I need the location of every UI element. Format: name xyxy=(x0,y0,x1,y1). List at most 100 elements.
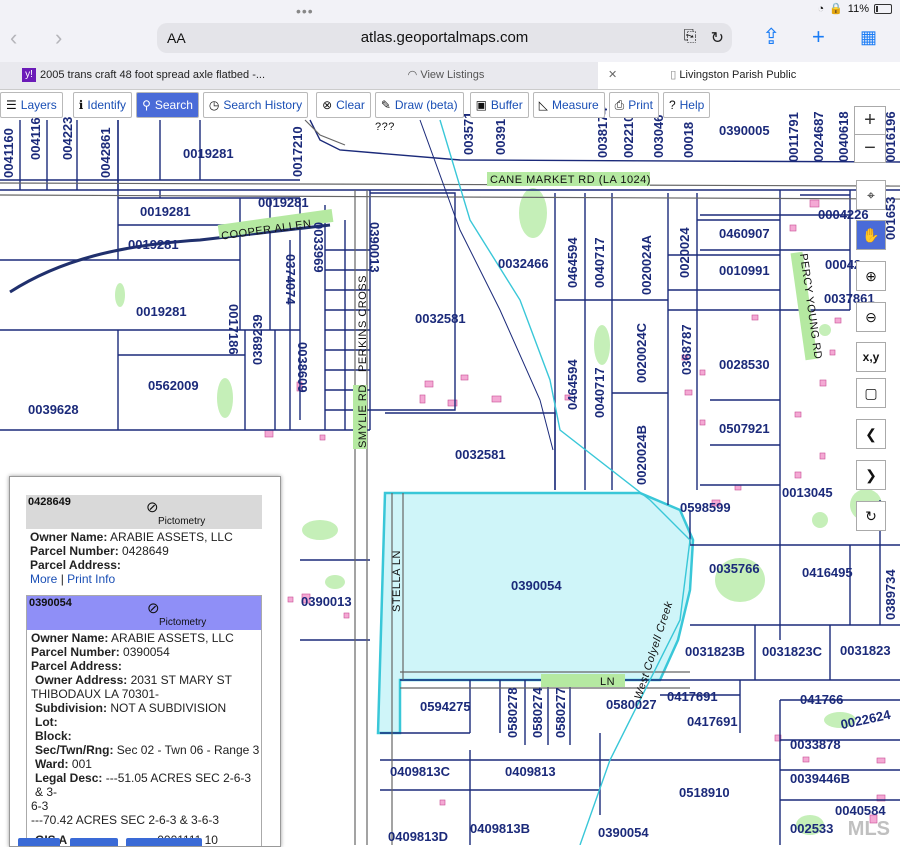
svg-text:0020024B: 0020024B xyxy=(634,425,649,485)
svg-text:0042861: 0042861 xyxy=(98,127,113,178)
share-icon[interactable]: ⇪ xyxy=(762,24,780,50)
svg-text:0580277: 0580277 xyxy=(553,687,568,738)
result-header[interactable]: 0390054 ⊘ Pictometry xyxy=(27,596,261,630)
crosshair-icon: ⌖ xyxy=(867,187,875,203)
clear-button[interactable]: ⊗ Clear xyxy=(316,92,371,118)
svg-text:0390013: 0390013 xyxy=(367,222,382,273)
parcel-label: 0033878 xyxy=(790,737,841,752)
next-extent-button[interactable]: ❯ xyxy=(856,460,886,490)
layers-button[interactable]: ☰ Layers xyxy=(0,92,63,118)
info-icon: ℹ xyxy=(78,98,84,112)
parcel-label: 0518910 xyxy=(679,785,730,800)
refresh-button[interactable]: ↻ xyxy=(856,501,886,531)
identify-button[interactable]: ℹ Identify xyxy=(72,92,133,118)
pencil-icon: ✎ xyxy=(380,98,391,112)
svg-text:0389239: 0389239 xyxy=(250,314,265,365)
pan-button[interactable]: ✋ xyxy=(856,220,886,250)
print-button[interactable]: ⎙ Print xyxy=(608,92,659,118)
zoom-in-tool-button[interactable]: ⊕ xyxy=(856,261,886,291)
svg-text:00391: 00391 xyxy=(493,119,508,155)
back-icon[interactable]: ‹ xyxy=(10,25,17,51)
parcel-label: 0562009 xyxy=(148,378,199,393)
svg-text:0040618: 0040618 xyxy=(836,111,851,162)
parcel-label: 0022624 xyxy=(839,707,892,732)
more-link[interactable]: More xyxy=(30,572,57,586)
parcel-label: 0019281 xyxy=(183,146,234,161)
parcel-label: 0409813B xyxy=(470,821,530,836)
new-tab-icon[interactable]: + xyxy=(812,24,825,50)
parcel-label: 0409813 xyxy=(505,764,556,779)
full-extent-button[interactable]: ▢ xyxy=(856,378,886,408)
help-icon: ? xyxy=(668,98,676,112)
reload-icon[interactable]: ↻ xyxy=(711,28,724,48)
search-history-button[interactable]: ◷ Search History xyxy=(202,92,309,118)
svg-text:0038609: 0038609 xyxy=(295,342,310,393)
cooper-allen-road-line xyxy=(9,223,331,294)
buffer-icon: ▣ xyxy=(475,98,487,112)
svg-text:0041160: 0041160 xyxy=(1,128,16,178)
parcel-label: 0409813D xyxy=(388,829,448,844)
road-label-perkins: PERKINS CROSS xyxy=(357,275,369,372)
parcel-label: 041766 xyxy=(800,692,843,707)
buffer-button[interactable]: ▣ Buffer xyxy=(469,92,529,118)
yahoo-icon: y! xyxy=(22,68,36,83)
search-button[interactable]: ⚲ Search xyxy=(136,92,199,118)
measure-button[interactable]: ◺ Measure xyxy=(532,92,605,118)
address-bar[interactable]: AA atlas.geoportalmaps.com ⎘ ↻ xyxy=(157,23,732,53)
parcel-label: 0040584 xyxy=(835,803,886,818)
result-record-0428649[interactable]: 0428649 ⊘ Pictometry Owner Name: ARABIE … xyxy=(26,495,262,587)
parcel-label: 0039628 xyxy=(28,402,79,417)
parcel-label: 0039446B xyxy=(790,771,850,786)
locate-button[interactable]: ⌖ xyxy=(856,180,886,210)
svg-text:002210: 002210 xyxy=(621,115,636,158)
print-info-link[interactable]: Print Info xyxy=(67,572,115,586)
tab-view-listings[interactable]: ◠ View Listings xyxy=(296,62,596,89)
parcel-label: 0032581 xyxy=(415,311,466,326)
previous-extent-button[interactable]: ❮ xyxy=(856,419,886,449)
status-bar: ••• ◔ 🔒 11% xyxy=(0,0,900,19)
identify-popup: 0428649 ⊘ Pictometry Owner Name: ARABIE … xyxy=(9,476,281,847)
svg-text:0580278: 0580278 xyxy=(505,687,520,738)
road-label-bottom: LN xyxy=(600,676,615,688)
parcel-label: 0019281 xyxy=(140,204,191,219)
parcel-label: 0019281 xyxy=(128,237,179,252)
clear-icon: ⊗ xyxy=(322,98,333,112)
svg-text:0020024C: 0020024C xyxy=(634,322,649,383)
url-text[interactable]: atlas.geoportalmaps.com xyxy=(157,29,732,46)
draw-button[interactable]: ✎ Draw (beta) xyxy=(374,92,464,118)
parcel-label: 0031823C xyxy=(762,644,823,659)
help-button[interactable]: ? Help xyxy=(662,92,711,118)
reader-icon[interactable]: ⎘ xyxy=(684,28,697,48)
parcel-label: 0390005 xyxy=(719,123,770,138)
close-tab-icon[interactable]: ✕ xyxy=(608,69,617,81)
result-header[interactable]: 0428649 ⊘ Pictometry xyxy=(26,495,262,529)
magnify-plus-icon: ⊕ xyxy=(865,268,877,284)
svg-text:004223: 004223 xyxy=(60,117,75,160)
tab-livingston-parish[interactable]: ✕ ▯ Livingston Parish Public xyxy=(598,62,900,89)
parcel-label: 0594275 xyxy=(420,699,471,714)
coordinates-button[interactable]: x,y xyxy=(856,342,886,372)
result-record-0390054[interactable]: 0390054 ⊘ Pictometry Owner Name: ARABIE … xyxy=(26,595,262,846)
zoom-out-tool-button[interactable]: ⊖ xyxy=(856,302,886,332)
tabs-overview-icon[interactable]: ▦ xyxy=(860,27,877,48)
multitask-dots[interactable]: ••• xyxy=(296,3,314,19)
pictometry-icon[interactable]: ⊘ xyxy=(146,498,159,516)
road-label-smylie: SMYLIE RD xyxy=(357,384,369,448)
parcel-label: 0417691 xyxy=(667,689,718,704)
svg-text:0040717: 0040717 xyxy=(592,367,607,418)
pictometry-icon[interactable]: ⊘ xyxy=(147,599,160,617)
parcel-number: 0390054 xyxy=(123,645,170,659)
svg-text:0017186: 0017186 xyxy=(226,304,241,355)
search-icon: ⚲ xyxy=(142,98,151,112)
parcel-label: 0598599 xyxy=(680,500,731,515)
zoom-out-button[interactable]: − xyxy=(855,135,885,162)
forward-icon[interactable]: › xyxy=(55,25,62,51)
hand-icon: ✋ xyxy=(862,227,880,243)
battery-icon xyxy=(874,3,892,14)
svg-text:0024687: 0024687 xyxy=(811,111,826,162)
chevron-left-icon: ❮ xyxy=(865,426,877,442)
ruler-icon: ◺ xyxy=(538,98,548,112)
parcel-label: 0460907 xyxy=(719,226,770,241)
zoom-in-button[interactable]: + xyxy=(855,107,885,135)
tab-trans-craft[interactable]: y! 2005 trans craft 48 foot spread axle f… xyxy=(0,62,295,89)
